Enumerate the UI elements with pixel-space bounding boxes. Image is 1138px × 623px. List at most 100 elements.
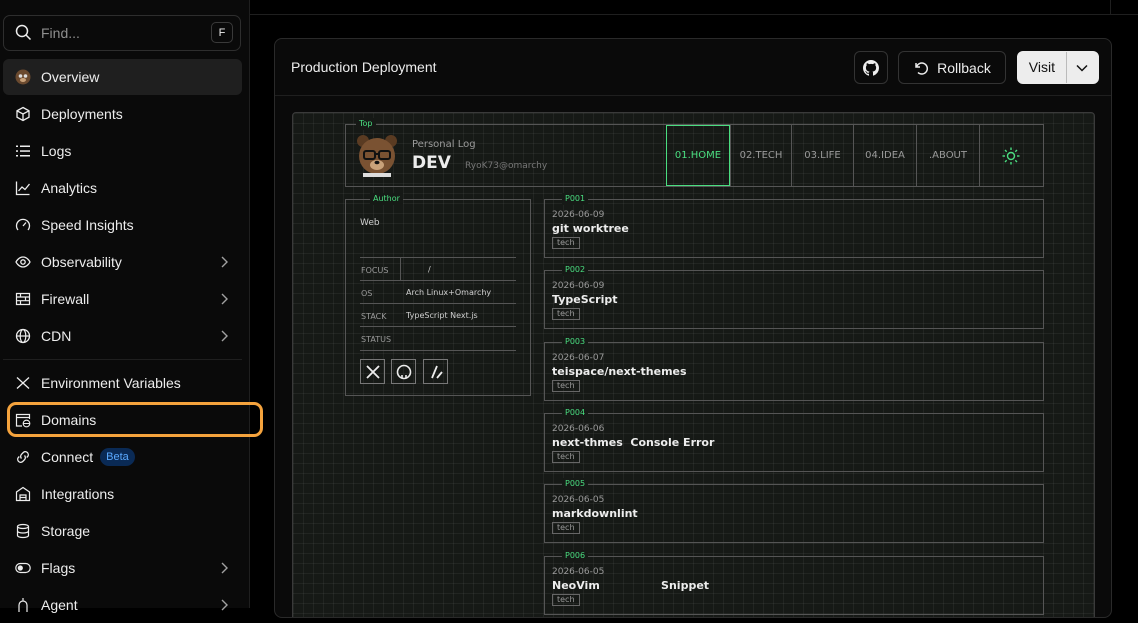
github-button[interactable] <box>854 51 888 84</box>
card-header: Production Deployment Rollback Visit <box>275 39 1111 96</box>
post-title[interactable]: next-thmes Console Error <box>552 436 714 449</box>
post-tag[interactable]: tech <box>552 451 580 463</box>
eye-icon <box>15 254 31 270</box>
sidebar-item-flags[interactable]: Flags <box>3 550 242 586</box>
sidebar-item-label: Flags <box>41 560 76 576</box>
x-social-link[interactable] <box>360 359 385 384</box>
site-nav-tech[interactable]: 02.TECH <box>730 125 792 186</box>
post-date: 2026-06-07 <box>552 353 605 363</box>
search-input[interactable]: Find... F <box>3 15 241 51</box>
theme-toggle-sun-icon[interactable] <box>1002 147 1020 169</box>
sidebar-item-firewall[interactable]: Firewall <box>3 281 242 317</box>
post-id: P002 <box>562 264 589 276</box>
sidebar-item-label: Analytics <box>41 180 98 196</box>
post-card[interactable]: P002 2026-06-09 TypeScript tech <box>544 264 1044 329</box>
sidebar-item-observability[interactable]: Observability <box>3 244 242 280</box>
sidebar-item-label: Connect <box>41 449 94 465</box>
sidebar-item-label: Overview <box>41 69 100 85</box>
chevron-right-icon <box>220 255 228 271</box>
blog-social-link[interactable] <box>423 359 448 384</box>
sidebar-item-label: Storage <box>41 523 91 539</box>
globe-icon <box>15 328 31 344</box>
github-logo-icon <box>396 364 412 380</box>
sidebar-item-cdn[interactable]: CDN <box>3 318 242 354</box>
github-social-link[interactable] <box>391 359 416 384</box>
frame-label-author: Author <box>370 193 403 205</box>
x-logo-icon <box>365 364 381 380</box>
author-row-key: OS <box>361 289 373 298</box>
sidebar-item-label: Agent <box>41 597 78 613</box>
post-card[interactable]: P004 2026-06-06 next-thmes Console Error… <box>544 407 1044 472</box>
post-card[interactable]: P005 2026-06-05 markdownlint tech <box>544 478 1044 543</box>
post-tag[interactable]: tech <box>552 594 580 606</box>
project-avatar-icon <box>15 69 31 85</box>
site-brand[interactable]: DEV <box>412 153 451 173</box>
sidebar-item-label: Integrations <box>41 486 115 502</box>
post-title[interactable]: NeoVim Snippet <box>552 579 709 592</box>
chevron-right-icon <box>220 329 228 345</box>
post-card[interactable]: P003 2026-06-07 teispace/next-themes tec… <box>544 336 1044 401</box>
sidebar-item-analytics[interactable]: Analytics <box>3 170 242 206</box>
visit-button[interactable]: Visit <box>1017 51 1099 84</box>
variable-icon <box>15 375 31 391</box>
site-nav-idea[interactable]: 04.IDEA <box>854 125 917 186</box>
sidebar-item-speed-insights[interactable]: Speed Insights <box>3 207 242 243</box>
post-title[interactable]: teispace/next-themes <box>552 365 687 378</box>
post-id: P003 <box>562 336 589 348</box>
github-icon <box>863 59 879 76</box>
sidebar-divider <box>3 359 242 360</box>
sidebar-item-deployments[interactable]: Deployments <box>3 96 242 132</box>
author-row-key: STACK <box>361 312 387 321</box>
beta-badge: Beta <box>100 448 135 466</box>
site-nav-home[interactable]: 01.HOME <box>666 125 730 186</box>
sidebar-item-environment-variables[interactable]: Environment Variables <box>3 365 242 401</box>
post-card[interactable]: P006 2026-06-05 NeoVim Snippet tech <box>544 550 1044 615</box>
post-tag[interactable]: tech <box>552 522 580 534</box>
post-title[interactable]: TypeScript <box>552 293 617 306</box>
site-nav-about[interactable]: .ABOUT <box>917 125 980 186</box>
top-divider-vertical <box>1110 0 1111 14</box>
author-row-value: TypeScript Next.js <box>406 311 478 320</box>
post-tag[interactable]: tech <box>552 380 580 392</box>
rollback-label: Rollback <box>937 59 991 76</box>
visit-label[interactable]: Visit <box>1018 52 1067 83</box>
post-date: 2026-06-09 <box>552 210 605 220</box>
agent-icon <box>15 597 31 613</box>
production-deployment-card: Production Deployment Rollback Visit Top… <box>274 38 1112 618</box>
sidebar-item-connect[interactable]: Connect Beta <box>3 439 242 475</box>
deployment-preview[interactable]: Top Personal Log DEV RyoK73@omarchy 01.H… <box>292 112 1095 617</box>
rollback-button[interactable]: Rollback <box>898 51 1006 84</box>
site-handle: RyoK73@omarchy <box>465 161 548 171</box>
author-row-status: STATUS <box>360 326 516 351</box>
post-id: P004 <box>562 407 589 419</box>
post-date: 2026-06-06 <box>552 424 605 434</box>
post-id: P001 <box>562 193 589 205</box>
sidebar-item-overview[interactable]: Overview <box>3 59 242 95</box>
bear-avatar-icon <box>353 131 401 183</box>
sidebar-item-label: Observability <box>41 254 122 270</box>
sidebar-item-storage[interactable]: Storage <box>3 513 242 549</box>
post-card[interactable]: P001 2026-06-09 git worktree tech <box>544 193 1044 258</box>
sidebar-item-agent[interactable]: Agent <box>3 587 242 623</box>
sidebar-item-integrations[interactable]: Integrations <box>3 476 242 512</box>
author-role: Web <box>360 218 380 228</box>
chevron-right-icon <box>220 292 228 308</box>
sidebar: Find... F Overview Deployments Logs Anal… <box>0 0 250 613</box>
post-tag[interactable]: tech <box>552 308 580 320</box>
database-icon <box>15 523 31 539</box>
visit-dropdown-chevron-icon[interactable] <box>1067 52 1098 83</box>
frame-label-top: Top <box>356 118 376 130</box>
sidebar-item-label: Logs <box>41 143 72 159</box>
cube-icon <box>15 106 31 122</box>
site-subtitle: Personal Log <box>412 139 476 150</box>
gauge-icon <box>15 217 31 233</box>
toggle-icon <box>15 560 31 576</box>
post-title[interactable]: markdownlint <box>552 507 638 520</box>
site-nav-life[interactable]: 03.LIFE <box>792 125 854 186</box>
author-row-focus: FOCUS / <box>360 257 516 281</box>
post-title[interactable]: git worktree <box>552 222 629 235</box>
search-icon <box>15 24 32 46</box>
post-tag[interactable]: tech <box>552 237 580 249</box>
search-shortcut-key: F <box>211 22 233 43</box>
sidebar-item-logs[interactable]: Logs <box>3 133 242 169</box>
